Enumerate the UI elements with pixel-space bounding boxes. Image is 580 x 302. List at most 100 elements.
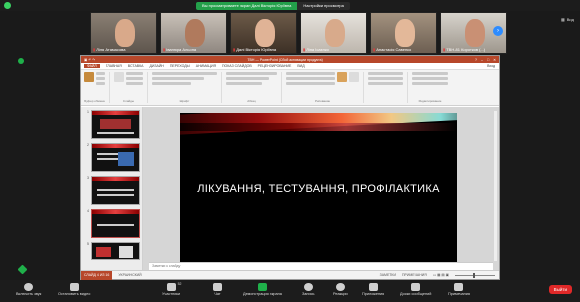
ribbon-group-paragraph: Абзац [226,72,282,103]
participant-strip: ▮ Ліля Атамасова ▮ Іванюра Альона ▮ Далі Ві… [90,12,507,54]
security-shield-icon[interactable] [4,2,11,9]
current-slide[interactable]: ЛІКУВАННЯ, ТЕСТУВАННЯ, ПРОФІЛАКТИКА [180,113,457,270]
audio-button[interactable]: Включить звук [16,283,41,296]
tab-review[interactable]: РЕЦЕНЗИРОВАНИЕ [258,64,292,68]
slide-number: 1 [86,110,89,114]
notes-pane[interactable]: Заметки к слайду [149,262,493,270]
grid-icon: ▦ [560,17,565,22]
zoom-slider[interactable] [455,272,495,278]
tab-animations[interactable]: АНИМАЦИЯ [196,64,216,68]
microphone-muted-icon [24,283,34,291]
video-label: Остановить видео [58,292,91,296]
tab-slideshow[interactable]: ПОКАЗ СЛАЙДОВ [222,64,252,68]
tab-design[interactable]: ДИЗАЙН [150,64,164,68]
ribbon-group-font: Шрифт [152,72,222,103]
slide-thumbnail[interactable] [90,110,140,139]
arrange-icon[interactable] [337,72,347,82]
share-label: Демонстрация экрана [243,292,282,296]
tab-file[interactable]: ФАЙЛ [84,64,100,68]
chat-bubble-icon [213,283,222,291]
slide-editor[interactable]: ЛІКУВАННЯ, ТЕСТУВАННЯ, ПРОФІЛАКТИКА Заме… [143,107,499,270]
thumbnail-item[interactable]: 5 [83,242,140,260]
participant-tile[interactable]: ▮ Далі Вікторія Юріївна [230,12,297,54]
share-message: Вы просматриваете экран Далі Вікторія Юр… [196,2,298,10]
participants-button[interactable]: 52 Участники [162,282,182,296]
paste-icon[interactable] [84,72,94,82]
slide-thumbnail[interactable] [90,143,140,172]
record-icon [303,283,313,291]
whiteboards-button[interactable]: Доски сообщений [400,283,431,296]
mic-muted-icon: ▮ [303,47,306,52]
participant-tile[interactable]: ▮ Іванюра Альона [160,12,227,54]
participant-name: Іванюра Альона [166,47,197,52]
ribbon-group-effects [368,72,408,103]
next-page-arrow-icon[interactable]: › [493,26,503,36]
ppt-titlebar: ▣ ↶ ↷ ТВН — PowerPoint (Сбой активации п… [81,56,499,63]
group-label: Шрифт [179,99,190,103]
slide-thumbnail-active[interactable] [90,209,140,238]
new-slide-icon[interactable] [114,72,124,82]
mic-muted-icon: ▮ [93,47,96,52]
thumbnail-item[interactable]: 1 [83,110,140,139]
slide-thumbnail[interactable] [90,242,140,260]
slide-thumbnail[interactable] [90,176,140,205]
ppt-quick-access[interactable]: ▣ ↶ ↷ [84,58,95,62]
view-button[interactable]: ▦ Вид [561,17,574,22]
comments-toggle[interactable]: ПРИМЕЧАНИЯ [402,273,427,277]
apps-button[interactable]: Приложения [362,283,384,296]
slide-decoration [180,123,457,131]
view-options-button[interactable]: Настройки просмотра [297,2,350,10]
participants-count: 52 [177,282,182,286]
thumbnail-item[interactable]: 3 [83,176,140,205]
quick-styles-icon[interactable] [349,72,359,82]
group-label: Буфер обмена [84,99,105,103]
leave-button[interactable]: Выйти [548,285,572,294]
thumbnail-item[interactable]: 2 [83,143,140,172]
chat-button[interactable]: Чат [213,283,222,296]
notes-button[interactable]: Примечания [448,283,470,296]
share-screen-button[interactable]: Демонстрация экрана [243,283,282,296]
thumbnail-item[interactable]: 4 [83,209,140,238]
tab-home[interactable]: ГЛАВНАЯ [106,64,122,68]
view-mode-icons[interactable]: ▭ ▦ ▤ ▣ [433,273,449,277]
ribbon-group-slides: Слайды [114,72,148,103]
status-indicator-icon [18,58,24,64]
record-button[interactable]: Запись [302,283,314,296]
slide-number: 4 [86,209,89,213]
ribbon-group-editing: Редактирование [412,72,452,103]
help-icon[interactable]: ? [475,58,477,62]
ppt-window-title: ТВН — PowerPoint (Сбой активации продукт… [247,57,323,62]
slide-number: 3 [86,176,89,180]
annotate-pencil-icon[interactable] [17,264,28,275]
participant-name: Ліля Атамасова [96,47,126,52]
meeting-toolbar: Включить звук Остановить видео 52 Участн… [0,280,580,302]
group-label: Абзац [247,99,256,103]
audio-label: Включить звук [16,292,42,296]
video-button[interactable]: Остановить видео [58,283,90,296]
ribbon-group-clipboard: Буфер обмена [84,72,110,103]
participant-tile[interactable]: ▮ Анастасія Савенко [370,12,437,54]
language-indicator[interactable]: УКРАИНСКИЙ [118,273,141,277]
vertical-scrollbar[interactable] [494,111,497,261]
notes-label: Примечания [448,292,470,296]
tab-view[interactable]: ВИД [297,64,304,68]
participant-name: ТВН-81 Коротков (...) [446,47,486,52]
notes-toggle[interactable]: ЗАМЕТКИ [380,273,396,277]
participant-tile[interactable]: ▮ Ліна Ісаєнко [300,12,367,54]
whiteboard-icon [411,283,421,291]
mic-muted-icon: ▮ [443,47,446,52]
slide-title[interactable]: ЛІКУВАННЯ, ТЕСТУВАННЯ, ПРОФІЛАКТИКА [180,183,457,195]
tab-transitions[interactable]: ПЕРЕХОДЫ [170,64,190,68]
smiley-icon [335,283,345,291]
reactions-button[interactable]: Реакции [333,283,348,296]
powerpoint-window: ▣ ↶ ↷ ТВН — PowerPoint (Сбой активации п… [80,55,500,280]
share-banner: Вы просматриваете экран Далі Вікторія Юр… [196,2,350,10]
minimize-icon[interactable]: – [481,58,483,62]
maximize-icon[interactable]: □ [487,58,489,62]
mic-muted-icon: ▮ [233,47,236,52]
participant-tile[interactable]: ▮ Ліля Атамасова [90,12,157,54]
share-screen-icon [257,283,267,291]
tab-insert[interactable]: ВСТАВКА [128,64,144,68]
close-icon[interactable]: ✕ [493,58,496,62]
sign-in-link[interactable]: Вход [487,64,495,68]
